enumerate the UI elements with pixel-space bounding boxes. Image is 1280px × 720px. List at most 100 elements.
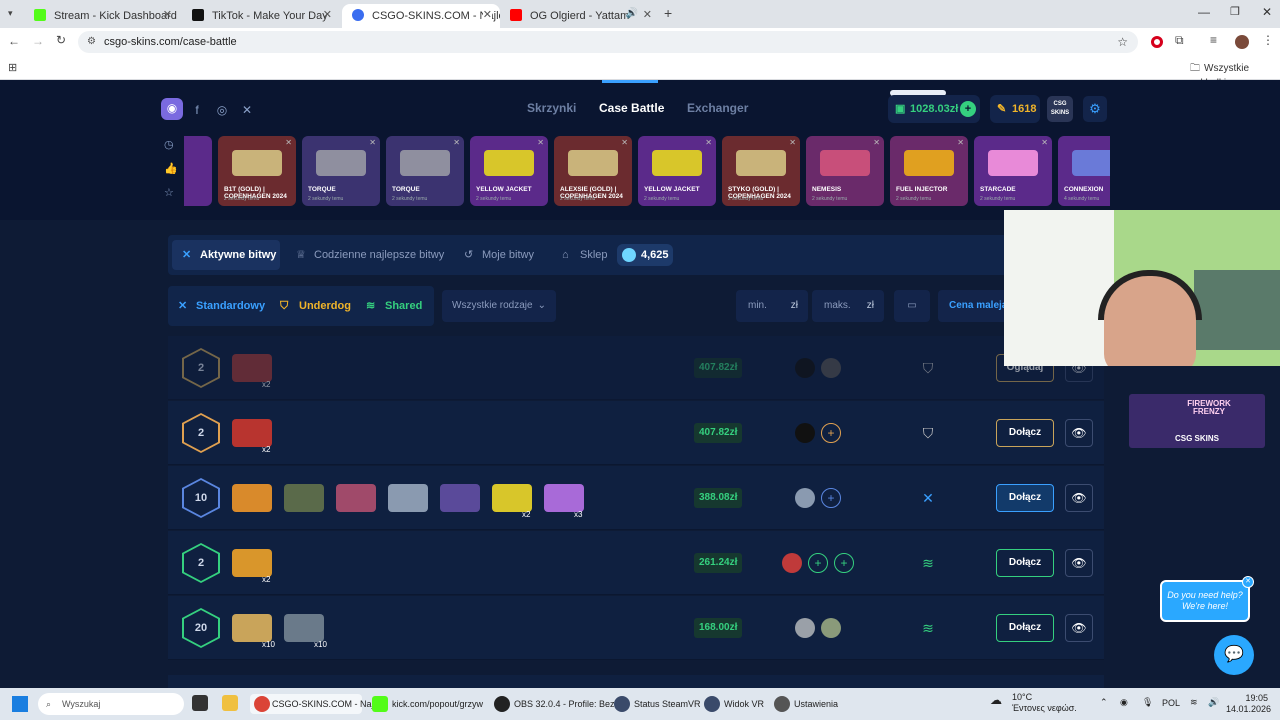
drop-card[interactable]: Starcade 2 sekundy temu ✕ [974,136,1052,206]
join-button[interactable]: Dołącz [996,484,1054,512]
drop-card[interactable]: Torque 2 sekundy temu ✕ [302,136,380,206]
player-avatar[interactable] [795,488,815,508]
join-slot-plus-icon[interactable]: + [834,553,854,573]
player-avatar[interactable] [795,423,815,443]
chat-button[interactable]: 💬 [1214,635,1254,675]
close-icon[interactable]: ✕ [369,138,376,147]
language-indicator[interactable]: POL [1162,698,1180,708]
close-icon[interactable]: ✕ [323,8,332,21]
drop-card[interactable]: Nemesis 2 sekundy temu ✕ [806,136,884,206]
close-icon[interactable]: ✕ [163,8,172,21]
speaker-icon[interactable]: 🔊 [626,8,638,19]
extensions-icon[interactable]: ⧉ [1175,33,1184,48]
eye-icon[interactable]: 👁 [1065,549,1093,577]
close-icon[interactable]: ✕ [873,138,880,147]
taskbar-app-kick[interactable]: kick.com/popout/grzyw [370,694,483,714]
tab-kick[interactable]: Stream - Kick Dashboard ✕ [24,4,180,28]
file-explorer-icon[interactable] [222,695,238,711]
player-avatar[interactable] [782,553,802,573]
tab-shop[interactable]: ⌂ Sklep [562,240,608,270]
type-select[interactable]: Wszystkie rodzaje ⌄ [442,290,556,322]
close-icon[interactable]: ✕ [285,138,292,147]
drop-card[interactable]: Alexsie (Gold) | Copenhagen 2024 2 sekund… [554,136,632,206]
close-icon[interactable]: ✕ [1242,576,1254,588]
close-icon[interactable]: ✕ [643,8,652,21]
coins-badge[interactable]: 4,625 [617,244,673,266]
join-slot-plus-icon[interactable]: + [821,423,841,443]
taskbar-app-obs[interactable]: OBS 32.0.4 - Profile: Bez [492,694,615,714]
join-button[interactable]: Dołącz [996,419,1054,447]
close-icon[interactable]: ✕ [482,8,492,21]
apps-icon[interactable]: ⊞ [8,61,17,74]
tab-youtube[interactable]: OG Olgierd - Yattamam [O 🔊 ✕ [500,4,660,28]
close-icon[interactable]: ✕ [957,138,964,147]
taskbar-app-chrome[interactable]: CSGO-SKINS.COM - Naj [250,694,374,714]
join-slot-plus-icon[interactable]: + [821,488,841,508]
help-bubble[interactable]: Do you need help? We're here! ✕ [1160,576,1254,622]
drop-card[interactable]: Torque 2 sekundy temu ✕ [386,136,464,206]
close-window-button[interactable]: ✕ [1262,5,1272,19]
address-bar[interactable]: ⚙ csgo-skins.com/case-battle ☆ [78,31,1138,53]
tab-active-battles[interactable]: ✕ Aktywne bitwy [172,240,280,270]
close-icon[interactable]: ✕ [537,138,544,147]
clock-icon[interactable]: ◷ [164,138,180,162]
clock[interactable]: 19:05 14.01.2026 [1226,693,1271,715]
calendar-button[interactable]: ▭ [894,290,930,322]
mode-underdog[interactable]: ⛉ Underdog [280,291,351,321]
site-info-icon[interactable]: ⚙ [87,31,96,53]
drop-card[interactable]: Connexion4 sekundy temu✕ [1058,136,1110,206]
windows-start-icon[interactable] [12,696,28,712]
avatar[interactable] [1235,35,1249,49]
player-avatar[interactable] [821,618,841,638]
join-button[interactable]: Dołącz [996,549,1054,577]
taskbar-app-settings[interactable]: Ustawienia [772,694,838,714]
weather-widget[interactable]: ☁ 10°C Έντονες νεφώσ. [990,692,1077,714]
drop-card[interactable]: Yellow Jacket 2 sekundy temu ✕ [638,136,716,206]
close-icon[interactable]: ✕ [705,138,712,147]
back-icon[interactable]: ← [8,34,20,48]
opera-icon[interactable] [1151,36,1163,48]
star-icon[interactable]: ☆ [1117,31,1128,53]
drop-card[interactable] [184,136,212,206]
menu-icon[interactable]: ⋮ [1262,33,1274,47]
player-avatar[interactable] [795,618,815,638]
drop-card[interactable]: Yellow Jacket 2 sekundy temu ✕ [470,136,548,206]
volume-icon[interactable]: 🔊 [1208,697,1219,708]
promo-banner[interactable]: FIREWORK FRENZY CSG SKINS [1129,394,1265,448]
close-icon[interactable]: ✕ [621,138,628,147]
tab-search-icon[interactable]: ▾ [8,8,13,19]
eye-icon[interactable]: 👁 [1065,419,1093,447]
close-icon[interactable]: ✕ [1041,138,1048,147]
microphone-icon[interactable]: 🎙 [1142,697,1153,708]
close-icon[interactable]: ✕ [789,138,796,147]
drop-card[interactable]: B1T (Gold) | Copenhagen 2024 2 sekundy te… [218,136,296,206]
media-icon[interactable]: ≡ [1210,33,1217,47]
discord-icon[interactable]: ◉ [161,98,183,120]
tray-chevron-icon[interactable]: ⌃ [1100,697,1108,708]
task-view-icon[interactable] [192,695,208,711]
max-price-field[interactable]: maks. zł [812,290,884,322]
taskbar-app-steamvr[interactable]: Status SteamVR [612,694,701,714]
eye-icon[interactable]: 👁 [1065,614,1093,642]
tab-daily-best[interactable]: ♕ Codzienne najlepsze bitwy [296,240,444,270]
star-filter-icon[interactable]: ☆ [164,186,180,210]
new-tab-button[interactable]: + [664,5,672,21]
thumbs-up-icon[interactable]: 👍 [164,162,180,186]
wifi-icon[interactable]: ≋ [1190,697,1198,708]
join-button[interactable]: Dołącz [996,614,1054,642]
join-slot-plus-icon[interactable]: + [808,553,828,573]
taskbar-search[interactable]: ⌕ Wyszukaj [38,693,184,715]
player-avatar[interactable] [795,358,815,378]
drop-card[interactable]: Styko (Gold) | Copenhagen 2024 2 sekundy … [722,136,800,206]
network-icon[interactable]: ◉ [1120,697,1128,708]
tab-csgo-skins[interactable]: CSGO-SKINS.COM - Najlepsze ✕ [342,4,500,28]
reload-icon[interactable]: ↻ [56,33,66,47]
minimize-button[interactable]: — [1198,5,1210,19]
tab-my-battles[interactable]: ↺ Moje bitwy [464,240,534,270]
eye-icon[interactable]: 👁 [1065,484,1093,512]
mode-shared[interactable]: ≋ Shared [366,291,422,321]
mode-standard[interactable]: ✕ Standardowy [178,291,265,321]
player-avatar[interactable] [821,358,841,378]
maximize-button[interactable]: ❐ [1230,5,1240,18]
taskbar-app-vr-view[interactable]: Widok VR [702,694,764,714]
